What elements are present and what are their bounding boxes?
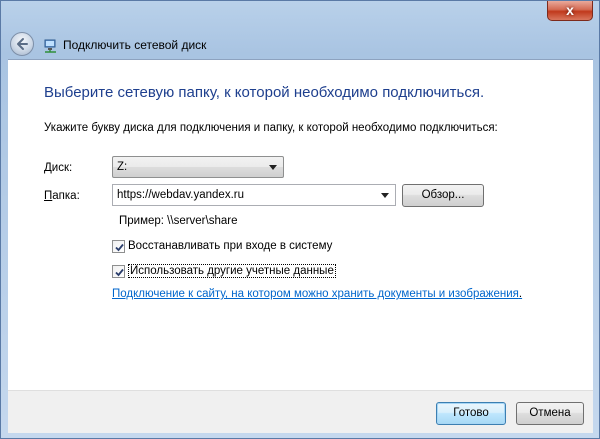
drive-label-text: иск: <box>51 162 73 174</box>
window-title: Подключить сетевой диск <box>63 38 207 52</box>
folder-label-text: апка: <box>52 190 80 202</box>
page-heading: Выберите сетевую папку, к которой необхо… <box>44 84 485 101</box>
link-period: . <box>518 288 523 300</box>
map-drive-dialog: x Подключить сетевой диск Выберите сетев… <box>0 0 600 439</box>
reconnect-label: Восстанавливать при входе в систему <box>128 240 333 252</box>
other-credentials-option[interactable]: Использовать другие учетные данные <box>112 263 336 279</box>
website-connect-link[interactable]: Подключение к сайту, на котором можно хр… <box>112 288 522 300</box>
checkmark-icon <box>115 243 124 251</box>
other-credentials-label: Использовать другие учетные данные <box>128 264 336 278</box>
finish-button[interactable]: Готово <box>436 402 506 425</box>
network-drive-icon <box>44 39 56 53</box>
chevron-down-icon <box>269 165 277 170</box>
reconnect-option[interactable]: Восстанавливать при входе в систему <box>112 238 332 254</box>
drive-label: Диск: <box>44 162 72 174</box>
folder-label: Папка: <box>44 190 80 202</box>
drive-select-value: Z: <box>117 161 128 173</box>
reconnect-checkbox[interactable] <box>112 239 125 253</box>
example-text: Пример: \\server\share <box>119 215 238 227</box>
instruction-text: Укажите букву диска для подключения и па… <box>44 122 498 134</box>
browse-button[interactable]: Обзор... <box>402 184 484 207</box>
drive-label-accel: Д <box>44 162 52 174</box>
folder-combobox[interactable]: https://webdav.yandex.ru <box>112 184 396 206</box>
back-button[interactable] <box>10 32 34 56</box>
close-button[interactable]: x <box>547 1 593 21</box>
title-bar: x Подключить сетевой диск <box>1 1 599 59</box>
chevron-down-icon[interactable] <box>381 193 389 198</box>
website-connect-link-text[interactable]: Подключение к сайту, на котором можно хр… <box>112 288 519 300</box>
back-arrow-icon <box>17 38 28 50</box>
other-credentials-checkbox[interactable] <box>112 264 125 278</box>
drive-select[interactable]: Z: <box>112 156 284 178</box>
button-bar: Готово Отмена <box>8 390 593 433</box>
checkmark-icon <box>115 268 124 276</box>
wizard-content: Выберите сетевую папку, к которой необхо… <box>8 59 593 390</box>
folder-input-value: https://webdav.yandex.ru <box>117 189 244 201</box>
cancel-button[interactable]: Отмена <box>516 402 584 425</box>
close-icon: x <box>566 2 574 18</box>
